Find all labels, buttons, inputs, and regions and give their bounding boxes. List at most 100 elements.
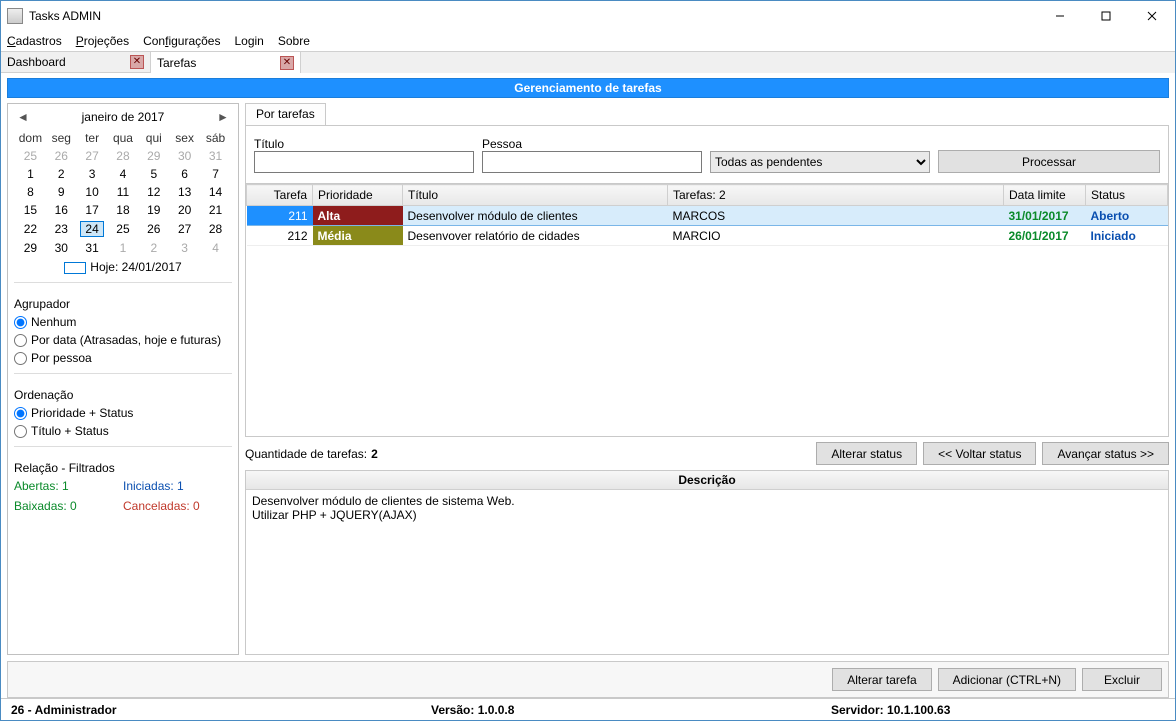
- calendar-day[interactable]: 25: [109, 220, 138, 238]
- task-grid[interactable]: Tarefa Prioridade Título Tarefas: 2 Data…: [246, 184, 1168, 246]
- col-tarefa[interactable]: Tarefa: [247, 185, 313, 206]
- calendar-day[interactable]: 20: [170, 202, 199, 218]
- status-server: Servidor: 10.1.100.63: [821, 703, 960, 717]
- radio-porpessoa-input[interactable]: [14, 352, 27, 365]
- calendar-day[interactable]: 6: [170, 166, 199, 182]
- calendar-day[interactable]: 4: [109, 166, 138, 182]
- excluir-button[interactable]: Excluir: [1082, 668, 1162, 691]
- descricao-panel: Descrição Desenvolver módulo de clientes…: [245, 470, 1169, 655]
- adicionar-button[interactable]: Adicionar (CTRL+N): [938, 668, 1076, 691]
- minimize-button[interactable]: [1037, 1, 1083, 31]
- calendar-day[interactable]: 22: [16, 220, 45, 238]
- col-datalimite[interactable]: Data limite: [1004, 185, 1086, 206]
- calendar-day[interactable]: 27: [170, 220, 199, 238]
- calendar-day[interactable]: 25: [16, 148, 45, 164]
- table-row[interactable]: 211AltaDesenvolver módulo de clientesMAR…: [247, 206, 1168, 226]
- calendar-day[interactable]: 28: [201, 220, 230, 238]
- calendar-day[interactable]: 3: [78, 166, 107, 182]
- calendar-today[interactable]: Hoje: 24/01/2017: [14, 260, 232, 274]
- calendar-day[interactable]: 30: [170, 148, 199, 164]
- tab-dashboard-close-icon[interactable]: ✕: [130, 55, 144, 69]
- calendar-day[interactable]: 12: [139, 184, 168, 200]
- calendar-day[interactable]: 13: [170, 184, 199, 200]
- calendar-day[interactable]: 19: [139, 202, 168, 218]
- col-prioridade[interactable]: Prioridade: [313, 185, 403, 206]
- calendar-dow: dom: [16, 130, 45, 146]
- calendar-next-icon[interactable]: ►: [216, 110, 230, 124]
- calendar-day[interactable]: 16: [47, 202, 76, 218]
- calendar-day[interactable]: 29: [139, 148, 168, 164]
- calendar-day[interactable]: 7: [201, 166, 230, 182]
- calendar-day[interactable]: 24: [78, 220, 107, 238]
- relacao-label: Relação - Filtrados: [14, 461, 232, 475]
- col-status[interactable]: Status: [1086, 185, 1168, 206]
- maximize-button[interactable]: [1083, 1, 1129, 31]
- col-tarefas[interactable]: Tarefas: 2: [668, 185, 1004, 206]
- radio-nenhum-input[interactable]: [14, 316, 27, 329]
- calendar-day[interactable]: 27: [78, 148, 107, 164]
- radio-pordata-input[interactable]: [14, 334, 27, 347]
- calendar-grid[interactable]: domsegterquaquisexsáb 252627282930311234…: [14, 128, 232, 258]
- processar-button[interactable]: Processar: [938, 150, 1160, 173]
- calendar-day[interactable]: 1: [16, 166, 45, 182]
- calendar-day[interactable]: 2: [47, 166, 76, 182]
- calendar-day[interactable]: 15: [16, 202, 45, 218]
- calendar-day[interactable]: 29: [16, 240, 45, 256]
- voltar-status-button[interactable]: << Voltar status: [923, 442, 1036, 465]
- calendar-day[interactable]: 28: [109, 148, 138, 164]
- subtab-por-tarefas[interactable]: Por tarefas: [245, 103, 326, 125]
- calendar-day[interactable]: 31: [78, 240, 107, 256]
- calendar-day[interactable]: 8: [16, 184, 45, 200]
- menu-configuracoes[interactable]: Configurações: [143, 34, 220, 48]
- col-titulo[interactable]: Título: [403, 185, 668, 206]
- calendar-day[interactable]: 30: [47, 240, 76, 256]
- radio-prio[interactable]: Prioridade + Status: [14, 406, 232, 420]
- tab-tarefas[interactable]: Tarefas ✕: [151, 52, 301, 73]
- alterar-status-button[interactable]: Alterar status: [816, 442, 917, 465]
- menu-sobre[interactable]: Sobre: [278, 34, 310, 48]
- filter-pessoa-input[interactable]: [482, 151, 702, 173]
- calendar-day[interactable]: 14: [201, 184, 230, 200]
- calendar-day[interactable]: 23: [47, 220, 76, 238]
- radio-porpessoa[interactable]: Por pessoa: [14, 351, 232, 365]
- radio-nenhum[interactable]: Nenhum: [14, 315, 232, 329]
- radio-titulo-input[interactable]: [14, 425, 27, 438]
- calendar-day[interactable]: 31: [201, 148, 230, 164]
- calendar-prev-icon[interactable]: ◄: [16, 110, 30, 124]
- tab-dashboard[interactable]: Dashboard ✕: [1, 52, 151, 73]
- avancar-status-button[interactable]: Avançar status >>: [1042, 442, 1169, 465]
- midbar: Quantidade de tarefas: 2 Alterar status …: [245, 437, 1169, 470]
- calendar-today-label: Hoje: 24/01/2017: [90, 260, 181, 274]
- menu-login[interactable]: Login: [234, 34, 263, 48]
- close-button[interactable]: [1129, 1, 1175, 31]
- stat-baixadas: Baixadas: 0: [14, 499, 123, 513]
- calendar-day[interactable]: 9: [47, 184, 76, 200]
- calendar-day[interactable]: 2: [139, 240, 168, 256]
- filter-titulo-input[interactable]: [254, 151, 474, 173]
- alterar-tarefa-button[interactable]: Alterar tarefa: [832, 668, 931, 691]
- body: ◄ janeiro de 2017 ► domsegterquaquisexsá…: [1, 103, 1175, 661]
- menu-cadastros[interactable]: CCadastrosadastros: [7, 34, 62, 48]
- calendar-day[interactable]: 5: [139, 166, 168, 182]
- calendar-day[interactable]: 21: [201, 202, 230, 218]
- calendar-day[interactable]: 10: [78, 184, 107, 200]
- descricao-body: Desenvolver módulo de clientes de sistem…: [246, 490, 1168, 526]
- calendar-day[interactable]: 26: [139, 220, 168, 238]
- calendar-day[interactable]: 11: [109, 184, 138, 200]
- window-title: Tasks ADMIN: [29, 9, 1037, 23]
- calendar-day[interactable]: 4: [201, 240, 230, 256]
- filter-status-select[interactable]: Todas as pendentes: [710, 151, 930, 173]
- radio-titulo[interactable]: Título + Status: [14, 424, 232, 438]
- radio-prio-input[interactable]: [14, 407, 27, 420]
- radio-pordata[interactable]: Por data (Atrasadas, hoje e futuras): [14, 333, 232, 347]
- calendar-day[interactable]: 26: [47, 148, 76, 164]
- stats: Abertas: 1 Iniciadas: 1 Baixadas: 0 Canc…: [14, 479, 232, 513]
- table-row[interactable]: 212MédiaDesenvover relatório de cidadesM…: [247, 226, 1168, 246]
- calendar-day[interactable]: 3: [170, 240, 199, 256]
- calendar-day[interactable]: 17: [78, 202, 107, 218]
- calendar-day[interactable]: 1: [109, 240, 138, 256]
- tab-tarefas-close-icon[interactable]: ✕: [280, 56, 294, 70]
- calendar-dow: qua: [109, 130, 138, 146]
- calendar-day[interactable]: 18: [109, 202, 138, 218]
- menu-projecoes[interactable]: Projeções: [76, 34, 129, 48]
